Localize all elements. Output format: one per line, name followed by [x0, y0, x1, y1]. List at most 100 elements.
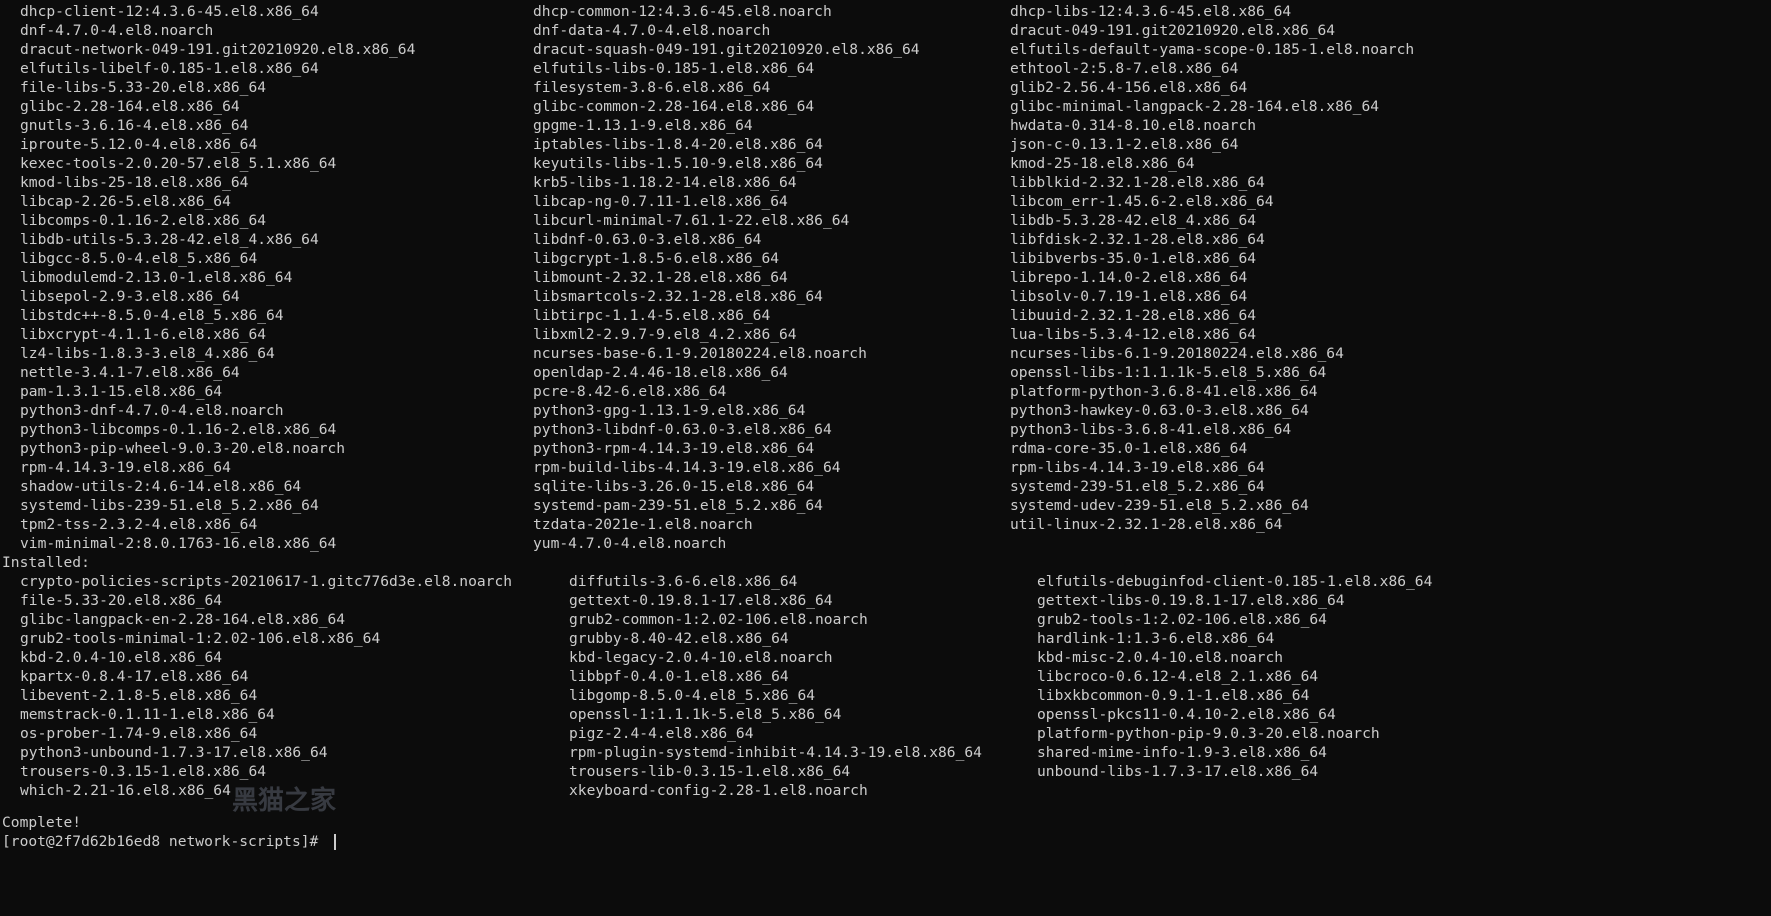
package-name: python3-libdnf-0.63.0-3.el8.x86_64: [533, 421, 832, 438]
package-name: platform-python-3.6.8-41.el8.x86_64: [1010, 383, 1318, 400]
package-name: vim-minimal-2:8.0.1763-16.el8.x86_64: [20, 535, 337, 552]
package-name: libdnf-0.63.0-3.el8.x86_64: [533, 231, 762, 248]
package-name: systemd-pam-239-51.el8_5.2.x86_64: [533, 497, 823, 514]
package-name: dracut-network-049-191.git20210920.el8.x…: [20, 41, 416, 58]
package-name: pam-1.3.1-15.el8.x86_64: [20, 383, 223, 400]
package-name: shadow-utils-2:4.6-14.el8.x86_64: [20, 478, 302, 495]
upgraded-package-row: python3-libcomps-0.1.16-2.el8.x86_64 pyth…: [0, 420, 1771, 439]
upgraded-package-row: dhcp-client-12:4.3.6-45.el8.x86_64 dhcp-c…: [0, 2, 1771, 21]
upgraded-package-row: libcap-2.26-5.el8.x86_64 libcap-ng-0.7.11…: [0, 192, 1771, 211]
package-name: iproute-5.12.0-4.el8.x86_64: [20, 136, 258, 153]
package-name: openssl-1:1.1.1k-5.el8_5.x86_64: [569, 706, 842, 723]
package-name: grubby-8.40-42.el8.x86_64: [569, 630, 789, 647]
package-name: dhcp-libs-12:4.3.6-45.el8.x86_64: [1010, 3, 1292, 20]
installed-package-row: crypto-policies-scripts-20210617-1.gitc7…: [0, 572, 1771, 591]
package-name: sqlite-libs-3.26.0-15.el8.x86_64: [533, 478, 815, 495]
package-name: libstdc++-8.5.0-4.el8_5.x86_64: [20, 307, 284, 324]
package-name: ncurses-libs-6.1-9.20180224.el8.x86_64: [1010, 345, 1344, 362]
package-name: libsmartcols-2.32.1-28.el8.x86_64: [533, 288, 823, 305]
upgraded-package-row: python3-dnf-4.7.0-4.el8.noarch python3-gp…: [0, 401, 1771, 420]
package-name: openssl-libs-1:1.1.1k-5.el8_5.x86_64: [1010, 364, 1327, 381]
upgraded-package-row: lz4-libs-1.8.3-3.el8_4.x86_64 ncurses-bas…: [0, 344, 1771, 363]
package-name: elfutils-default-yama-scope-0.185-1.el8.…: [1010, 41, 1415, 58]
package-name: libdb-5.3.28-42.el8_4.x86_64: [1010, 212, 1257, 229]
package-name: diffutils-3.6-6.el8.x86_64: [569, 573, 798, 590]
package-name: rpm-libs-4.14.3-19.el8.x86_64: [1010, 459, 1265, 476]
package-name: dhcp-common-12:4.3.6-45.el8.noarch: [533, 3, 832, 20]
package-name: gettext-0.19.8.1-17.el8.x86_64: [569, 592, 833, 609]
upgraded-package-row: libxcrypt-4.1.1-6.el8.x86_64 libxml2-2.9.…: [0, 325, 1771, 344]
package-name: lz4-libs-1.8.3-3.el8_4.x86_64: [20, 345, 275, 362]
prompt-line[interactable]: [root@2f7d62b16ed8 network-scripts]#: [0, 832, 1771, 851]
package-name: libuuid-2.32.1-28.el8.x86_64: [1010, 307, 1257, 324]
package-name: python3-libs-3.6.8-41.el8.x86_64: [1010, 421, 1292, 438]
upgraded-package-row: libdb-utils-5.3.28-42.el8_4.x86_64 libdnf…: [0, 230, 1771, 249]
package-name: kmod-25-18.el8.x86_64: [1010, 155, 1195, 172]
package-name: platform-python-pip-9.0.3-20.el8.noarch: [1037, 725, 1380, 742]
package-name: trousers-0.3.15-1.el8.x86_64: [20, 763, 267, 780]
upgraded-package-row: libgcc-8.5.0-4.el8_5.x86_64 libgcrypt-1.8…: [0, 249, 1771, 268]
package-name: libgcrypt-1.8.5-6.el8.x86_64: [533, 250, 780, 267]
package-name: libevent-2.1.8-5.el8.x86_64: [20, 687, 258, 704]
package-name: lua-libs-5.3.4-12.el8.x86_64: [1010, 326, 1257, 343]
package-name: trousers-lib-0.3.15-1.el8.x86_64: [569, 763, 851, 780]
package-name: kbd-2.0.4-10.el8.x86_64: [20, 649, 223, 666]
package-name: gpgme-1.13.1-9.el8.x86_64: [533, 117, 753, 134]
package-name: grub2-tools-minimal-1:2.02-106.el8.x86_6…: [20, 630, 381, 647]
package-name: kbd-misc-2.0.4-10.el8.noarch: [1037, 649, 1284, 666]
package-name: dnf-data-4.7.0-4.el8.noarch: [533, 22, 771, 39]
package-name: libblkid-2.32.1-28.el8.x86_64: [1010, 174, 1265, 191]
installed-package-row: memstrack-0.1.11-1.el8.x86_64 openssl-1:1…: [0, 705, 1771, 724]
package-name: grub2-tools-1:2.02-106.el8.x86_64: [1037, 611, 1327, 628]
upgraded-package-row: python3-pip-wheel-9.0.3-20.el8.noarch pyt…: [0, 439, 1771, 458]
package-name: python3-rpm-4.14.3-19.el8.x86_64: [533, 440, 815, 457]
upgraded-package-row: vim-minimal-2:8.0.1763-16.el8.x86_64 yum-…: [0, 534, 1771, 553]
package-name: hardlink-1:1.3-6.el8.x86_64: [1037, 630, 1275, 647]
package-name: libmodulemd-2.13.0-1.el8.x86_64: [20, 269, 293, 286]
upgraded-package-row: kexec-tools-2.0.20-57.el8_5.1.x86_64 keyu…: [0, 154, 1771, 173]
package-name: unbound-libs-1.7.3-17.el8.x86_64: [1037, 763, 1319, 780]
package-name: libsepol-2.9-3.el8.x86_64: [20, 288, 240, 305]
package-name: dracut-squash-049-191.git20210920.el8.x8…: [533, 41, 920, 58]
package-name: libcap-2.26-5.el8.x86_64: [20, 193, 231, 210]
package-name: tzdata-2021e-1.el8.noarch: [533, 516, 753, 533]
installed-package-row: libevent-2.1.8-5.el8.x86_64 libgomp-8.5.0…: [0, 686, 1771, 705]
package-name: dracut-049-191.git20210920.el8.x86_64: [1010, 22, 1336, 39]
installed-package-row: python3-unbound-1.7.3-17.el8.x86_64 rpm-p…: [0, 743, 1771, 762]
upgraded-package-row: libsepol-2.9-3.el8.x86_64 libsmartcols-2.…: [0, 287, 1771, 306]
upgraded-package-row: rpm-4.14.3-19.el8.x86_64 rpm-build-libs-4…: [0, 458, 1771, 477]
package-name: hwdata-0.314-8.10.el8.noarch: [1010, 117, 1257, 134]
package-name: ethtool-2:5.8-7.el8.x86_64: [1010, 60, 1239, 77]
terminal-window[interactable]: dhcp-client-12:4.3.6-45.el8.x86_64 dhcp-c…: [0, 0, 1771, 916]
package-name: systemd-239-51.el8_5.2.x86_64: [1010, 478, 1265, 495]
package-name: kexec-tools-2.0.20-57.el8_5.1.x86_64: [20, 155, 337, 172]
installed-package-row: kbd-2.0.4-10.el8.x86_64 kbd-legacy-2.0.4-…: [0, 648, 1771, 667]
package-name: python3-dnf-4.7.0-4.el8.noarch: [20, 402, 284, 419]
package-name: nettle-3.4.1-7.el8.x86_64: [20, 364, 240, 381]
package-name: pcre-8.42-6.el8.x86_64: [533, 383, 727, 400]
package-name: libgomp-8.5.0-4.el8_5.x86_64: [569, 687, 816, 704]
package-name: libcomps-0.1.16-2.el8.x86_64: [20, 212, 267, 229]
installed-package-row: kpartx-0.8.4-17.el8.x86_64 libbpf-0.4.0-1…: [0, 667, 1771, 686]
upgraded-package-row: pam-1.3.1-15.el8.x86_64 pcre-8.42-6.el8.x…: [0, 382, 1771, 401]
package-name: libxcrypt-4.1.1-6.el8.x86_64: [20, 326, 267, 343]
package-name: libibverbs-35.0-1.el8.x86_64: [1010, 250, 1257, 267]
package-name: glibc-2.28-164.el8.x86_64: [20, 98, 240, 115]
package-name: json-c-0.13.1-2.el8.x86_64: [1010, 136, 1239, 153]
package-name: file-libs-5.33-20.el8.x86_64: [20, 79, 267, 96]
package-name: krb5-libs-1.18.2-14.el8.x86_64: [533, 174, 797, 191]
package-name: xkeyboard-config-2.28-1.el8.noarch: [569, 782, 868, 799]
package-name: libsolv-0.7.19-1.el8.x86_64: [1010, 288, 1248, 305]
upgraded-package-row: elfutils-libelf-0.185-1.el8.x86_64 elfuti…: [0, 59, 1771, 78]
package-name: file-5.33-20.el8.x86_64: [20, 592, 223, 609]
package-name: rpm-4.14.3-19.el8.x86_64: [20, 459, 231, 476]
upgraded-package-row: libstdc++-8.5.0-4.el8_5.x86_64 libtirpc-1…: [0, 306, 1771, 325]
package-name: crypto-policies-scripts-20210617-1.gitc7…: [20, 573, 513, 590]
upgraded-package-row: dracut-network-049-191.git20210920.el8.x…: [0, 40, 1771, 59]
upgraded-package-row: dnf-4.7.0-4.el8.noarch dnf-data-4.7.0-4.e…: [0, 21, 1771, 40]
package-name: memstrack-0.1.11-1.el8.x86_64: [20, 706, 275, 723]
package-name: python3-gpg-1.13.1-9.el8.x86_64: [533, 402, 806, 419]
package-name: libcroco-0.6.12-4.el8_2.1.x86_64: [1037, 668, 1319, 685]
upgraded-package-row: shadow-utils-2:4.6-14.el8.x86_64 sqlite-l…: [0, 477, 1771, 496]
upgraded-package-row: systemd-libs-239-51.el8_5.2.x86_64 system…: [0, 496, 1771, 515]
